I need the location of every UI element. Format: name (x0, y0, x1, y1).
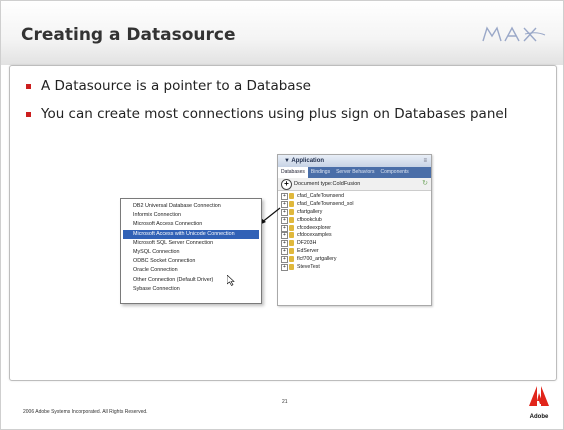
database-item[interactable]: + DF203H (281, 239, 429, 248)
database-icon (289, 248, 294, 255)
mouse-cursor-icon (227, 275, 235, 286)
menu-items: DB2 Universal Database Connection Inform… (123, 202, 259, 294)
database-icon (289, 208, 294, 215)
menu-item-other[interactable]: Other Connection (Default Driver) (123, 276, 259, 285)
panel-title-text: ▼ Application (284, 158, 325, 164)
database-item[interactable]: + flcf700_artgallery (281, 255, 429, 264)
menu-item-sql-server[interactable]: Microsoft SQL Server Connection (123, 239, 259, 248)
database-icon (289, 256, 294, 263)
footer-copyright: 2006 Adobe Systems Incorporated. All Rig… (23, 409, 148, 415)
menu-item-odbc-socket[interactable]: ODBC Socket Connection (123, 257, 259, 266)
dreamweaver-screenshot: ▼ Application ≡ Databases Bindings Server … (120, 154, 432, 306)
expand-icon[interactable]: + (281, 264, 288, 272)
menu-item-oracle[interactable]: Oracle Connection (123, 266, 259, 275)
adobe-logo: Adobe (527, 384, 551, 420)
database-icon (289, 224, 294, 231)
database-icon (289, 232, 294, 239)
slide-title: Creating a Datasource (21, 25, 236, 45)
page-number: 21 (282, 399, 288, 405)
database-item[interactable]: + cfad_CafeTownsend (281, 192, 429, 200)
database-item[interactable]: + cfcodeexplorer (281, 224, 429, 232)
adobe-wordmark: Adobe (529, 414, 549, 420)
tab-databases[interactable]: Databases (278, 167, 308, 178)
slide-header: Creating a Datasource (1, 1, 563, 65)
panel-title: ▼ Application ≡ (278, 155, 431, 167)
add-datasource-button[interactable]: + (281, 179, 292, 190)
database-item[interactable]: + cfad_CafeTownsend_sol (281, 200, 429, 208)
database-list: + cfad_CafeTownsend + cfad_CafeTownsend_so… (281, 192, 429, 272)
menu-item-access-unicode[interactable]: Microsoft Access with Unicode Connection (123, 229, 259, 239)
document-type-label: Document type:ColdFusion (294, 181, 361, 187)
menu-item-mysql[interactable]: MySQL Connection (123, 248, 259, 257)
tab-server-behaviors[interactable]: Server Behaviors (333, 167, 377, 178)
tab-components[interactable]: Components (377, 167, 411, 178)
menu-item-informix[interactable]: Informix Connection (123, 211, 259, 220)
database-icon (289, 240, 294, 247)
database-icon (289, 193, 294, 199)
content-area: A Datasource is a pointer to a Database … (9, 65, 557, 381)
bullet-list: A Datasource is a pointer to a Database … (26, 78, 546, 134)
bullet-item: You can create most connections using pl… (26, 106, 546, 122)
panel-options-icon[interactable]: ≡ (423, 155, 427, 167)
menu-item-sybase[interactable]: Sybase Connection (123, 285, 259, 294)
slide: Creating a Datasource A Datasource is a … (0, 0, 564, 430)
database-item[interactable]: + cfdocexamples (281, 231, 429, 240)
database-icon (289, 200, 294, 207)
database-icon (289, 216, 294, 223)
database-item[interactable]: + cfbookclub (281, 216, 429, 224)
max-logo (482, 26, 546, 42)
adobe-logo-mark (529, 386, 549, 406)
database-item[interactable]: + SteveTest (281, 263, 429, 272)
tab-bindings[interactable]: Bindings (308, 167, 333, 178)
connection-type-menu: DB2 Universal Database Connection Inform… (120, 198, 262, 304)
menu-item-access[interactable]: Microsoft Access Connection (123, 220, 259, 229)
database-item[interactable]: + EdServer (281, 247, 429, 256)
refresh-icon[interactable]: ↻ (422, 178, 428, 190)
database-item[interactable]: + cfartgallery (281, 208, 429, 216)
panel-toolbar: + Document type:ColdFusion ↻ (278, 178, 431, 191)
menu-item-db2[interactable]: DB2 Universal Database Connection (123, 202, 259, 211)
bullet-item: A Datasource is a pointer to a Database (26, 78, 546, 94)
application-panel: ▼ Application ≡ Databases Bindings Server … (277, 154, 432, 306)
panel-tabs: Databases Bindings Server Behaviors Compone… (278, 167, 431, 178)
database-icon (289, 264, 294, 271)
